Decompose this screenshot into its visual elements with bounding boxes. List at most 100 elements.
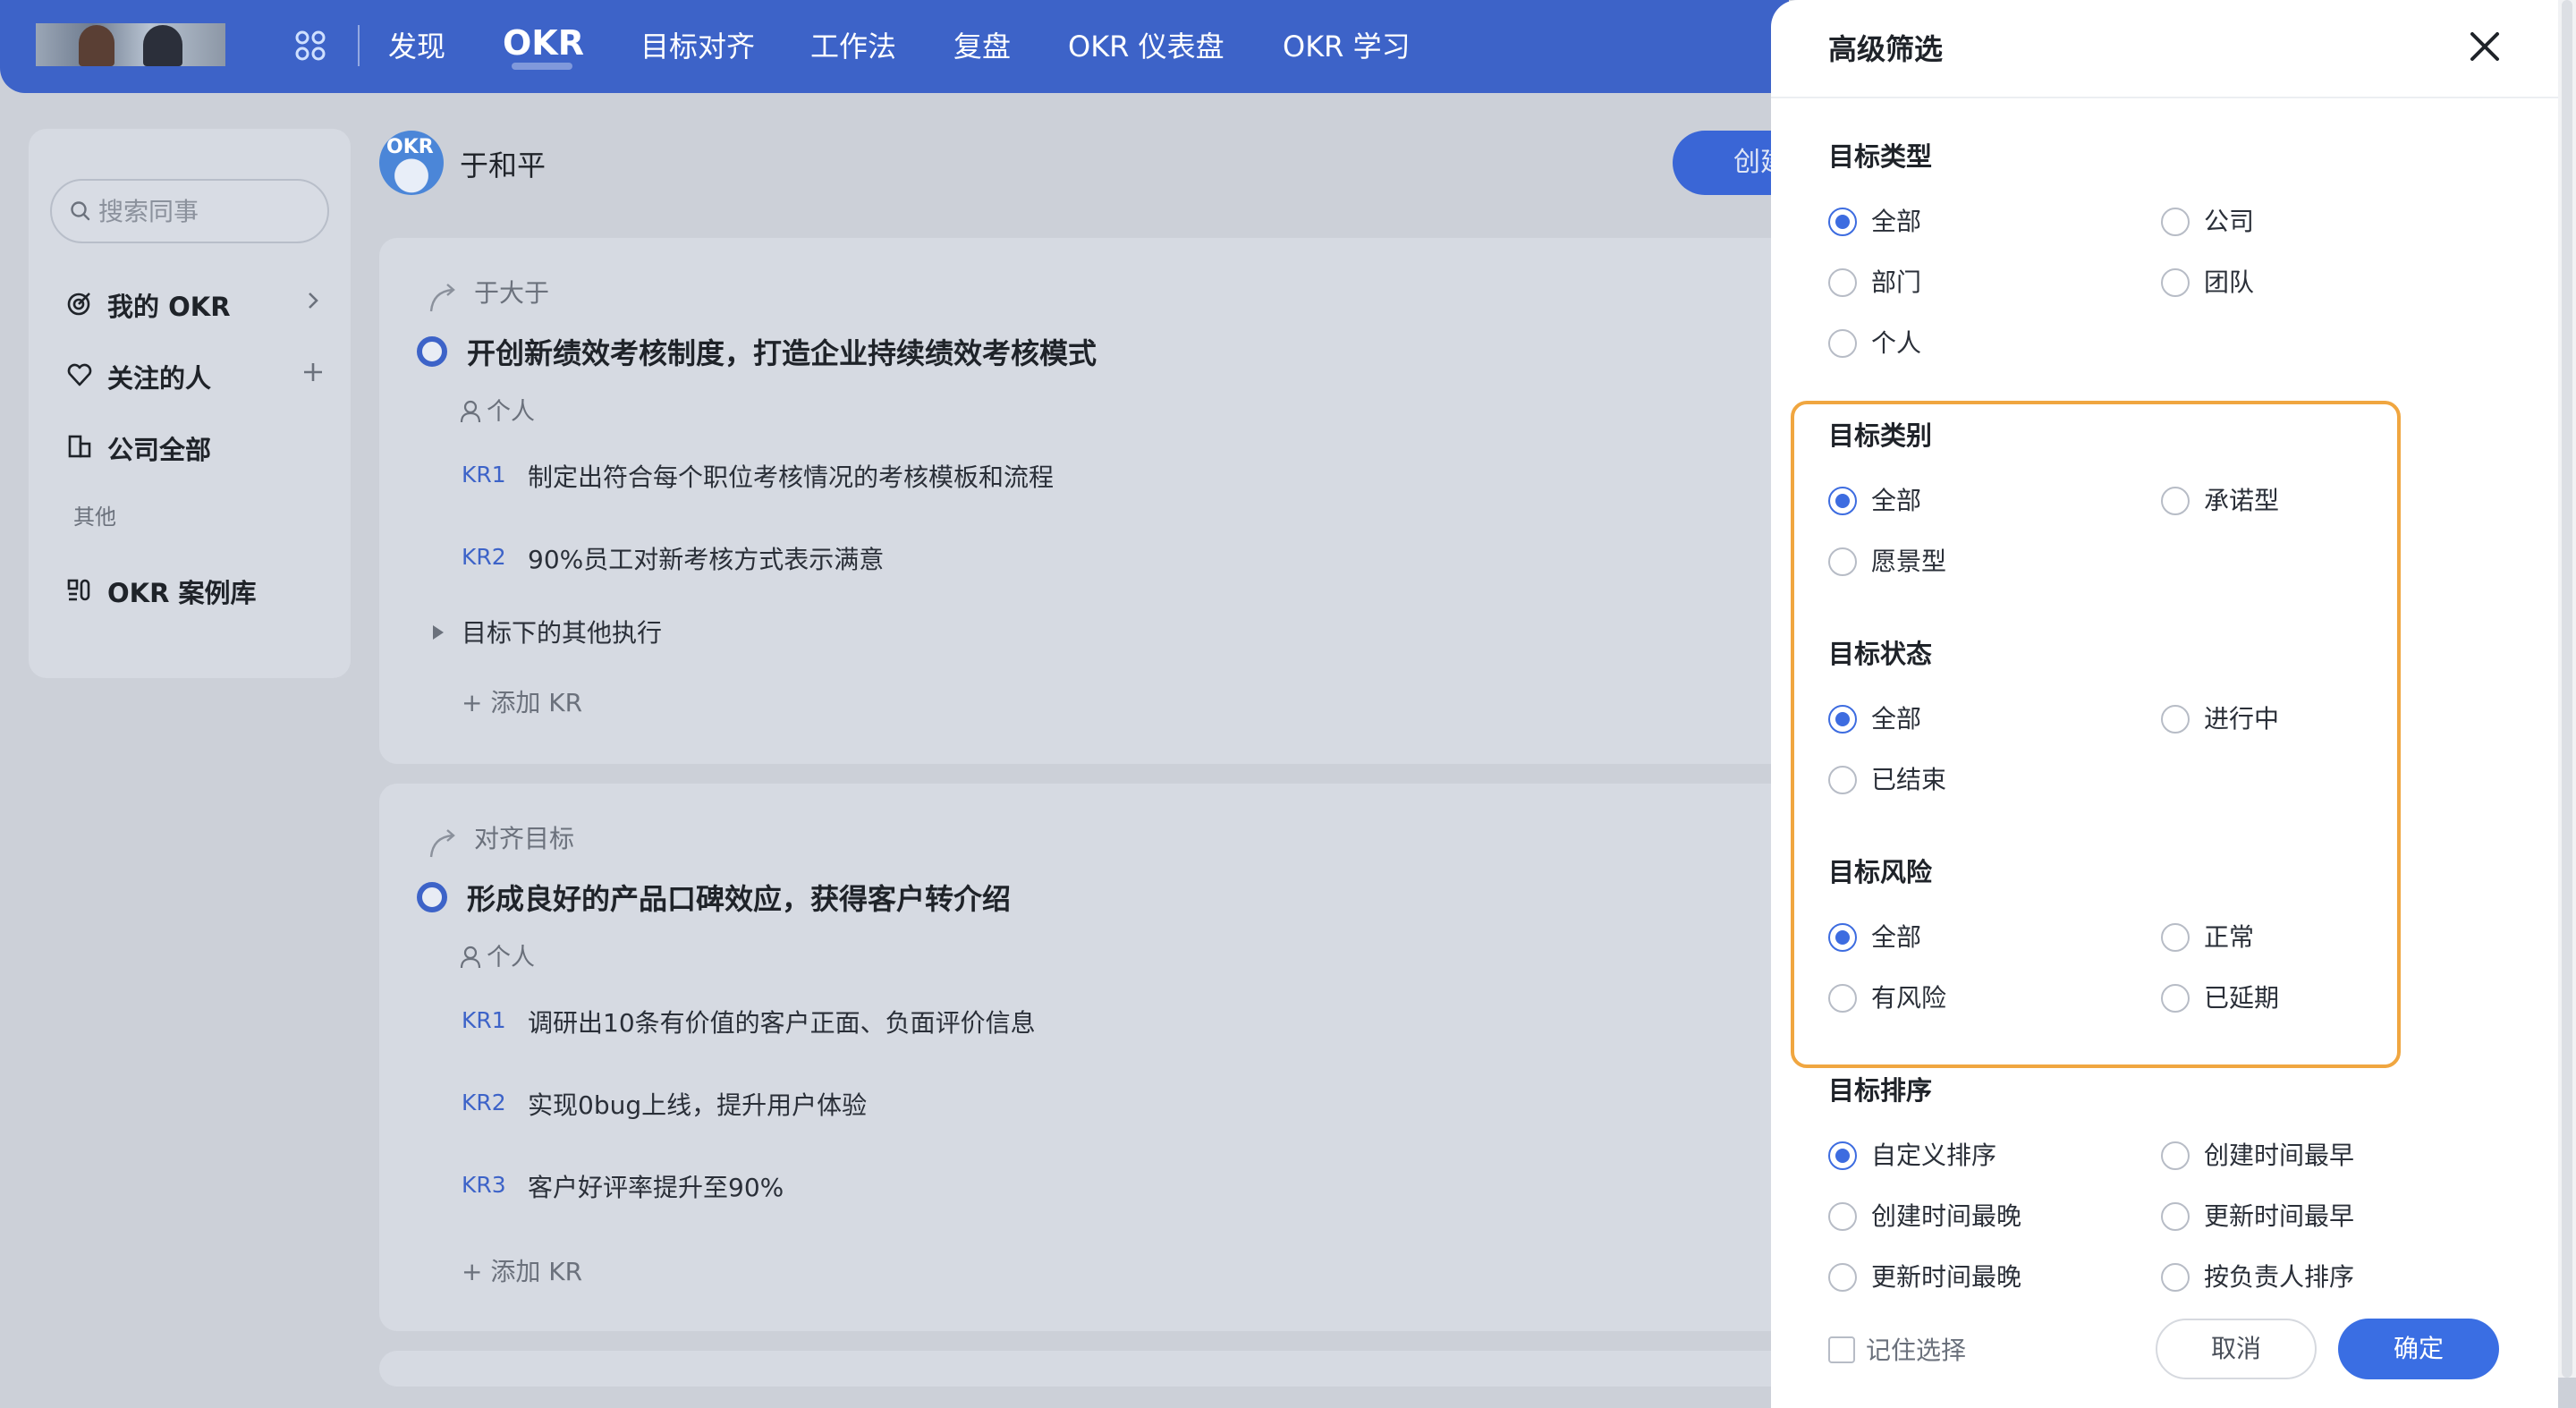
radio-label: 公司 <box>2204 207 2255 236</box>
kr-text[interactable]: 实现0bug上线，提升用户体验 <box>528 1086 867 1122</box>
drawer-footer: 记住选择 取消 确定 <box>1771 1295 2558 1408</box>
other-execution-toggle[interactable]: 目标下的其他执行 <box>433 614 662 649</box>
owner-name: 于和平 <box>460 148 547 182</box>
search-icon <box>71 201 90 221</box>
radio-label: 创建时间最晚 <box>1871 1201 2022 1231</box>
radio-label: 全部 <box>1871 922 1922 952</box>
sidebar-item-company-all[interactable]: 公司全部 <box>66 424 335 467</box>
sidebar-item-label: 关注的人 <box>107 363 212 394</box>
radio-label: 更新时间最晚 <box>1871 1262 2022 1292</box>
radio-label: 全部 <box>1871 207 1922 236</box>
radio-indicator <box>2161 1141 2190 1170</box>
app-grid-icon[interactable] <box>295 30 326 61</box>
character-figure <box>79 25 114 66</box>
radio-indicator <box>1828 766 1857 794</box>
avatar[interactable]: OKR <box>379 131 444 195</box>
nav-review[interactable]: 复盘 <box>953 25 1011 68</box>
search-input[interactable] <box>98 193 313 229</box>
avatar-text: OKR <box>386 136 434 158</box>
close-icon[interactable] <box>2465 27 2504 66</box>
radio-label: 个人 <box>1871 328 1922 358</box>
radio-indicator <box>2161 208 2190 236</box>
radio-indicator <box>2161 268 2190 297</box>
nav-learning[interactable]: OKR 学习 <box>1283 25 1411 68</box>
drawer-header: 高级筛选 <box>1771 0 2558 98</box>
nav-alignment[interactable]: 目标对齐 <box>640 25 755 68</box>
kr-text[interactable]: 制定出符合每个职位考核情况的考核模板和流程 <box>528 458 1054 494</box>
radio-indicator <box>1828 1263 1857 1292</box>
radio-indicator <box>1828 923 1857 952</box>
radio-indicator <box>1828 1141 1857 1170</box>
owner-type-label: 个人 <box>487 398 535 426</box>
sidebar-item-following[interactable]: 关注的人 <box>66 352 335 395</box>
radio-label: 已延期 <box>2204 983 2280 1013</box>
left-sidebar: 我的 OKR 关注的人 公司全部 其他 OKR 案例库 <box>29 129 351 678</box>
filter-group-title-risk: 目标风险 <box>1828 857 1933 887</box>
kr-text[interactable]: 客户好评率提升至90% <box>528 1168 784 1204</box>
objective-card: 于大于 开创新绩效考核制度，打造企业持续绩效考核模式 个人 KR1 制定出符合每… <box>379 238 1789 764</box>
chevron-right-icon[interactable] <box>299 286 327 315</box>
radio-indicator <box>1828 208 1857 236</box>
radio-label: 部门 <box>1871 267 1922 297</box>
radio-indicator <box>2161 705 2190 734</box>
radio-indicator <box>2161 984 2190 1013</box>
radio-indicator <box>1828 984 1857 1013</box>
nav-okr[interactable]: OKR <box>503 21 584 64</box>
sidebar-item-my-okr[interactable]: 我的 OKR <box>66 281 335 324</box>
sidebar-item-label: 我的 OKR <box>107 292 231 322</box>
radio-indicator <box>1828 329 1857 358</box>
nav-methods[interactable]: 工作法 <box>810 25 896 68</box>
checkbox-indicator <box>1828 1336 1855 1363</box>
person-icon <box>460 400 481 423</box>
radio-label: 全部 <box>1871 486 1922 515</box>
sidebar-item-label: OKR 案例库 <box>107 578 257 608</box>
add-kr-button[interactable]: + 添加 KR <box>462 1252 582 1288</box>
kr-tag: KR3 <box>462 1172 506 1198</box>
radio-indicator <box>2161 1263 2190 1292</box>
add-kr-button[interactable]: + 添加 KR <box>462 683 582 719</box>
radio-indicator <box>1828 487 1857 515</box>
drawer-title: 高级筛选 <box>1828 32 1944 66</box>
radio-indicator <box>1828 547 1857 576</box>
nav-discover[interactable]: 发现 <box>388 25 445 68</box>
objective-card-partial <box>379 1351 1789 1387</box>
nav-dashboard[interactable]: OKR 仪表盘 <box>1068 25 1224 68</box>
scrollbar-thumb[interactable] <box>2562 0 2572 1378</box>
other-execution-label: 目标下的其他执行 <box>462 618 663 648</box>
objective-title[interactable]: 开创新绩效考核制度，打造企业持续绩效考核模式 <box>467 331 1097 372</box>
sidebar-item-label: 公司全部 <box>107 435 212 465</box>
triangle-right-icon <box>433 625 444 640</box>
radio-label: 承诺型 <box>2204 486 2280 515</box>
radio-label: 正常 <box>2204 922 2255 952</box>
building-icon <box>68 435 91 458</box>
align-arrow-icon <box>429 284 455 312</box>
case-library-icon <box>67 579 90 601</box>
parent-objective[interactable]: 对齐目标 <box>474 819 574 855</box>
nav-active-indicator <box>512 63 572 70</box>
radio-indicator <box>2161 923 2190 952</box>
brand-banner-image <box>36 23 225 66</box>
filter-group-title-sort: 目标排序 <box>1828 1075 1933 1106</box>
sidebar-item-case-library[interactable]: OKR 案例库 <box>66 567 335 610</box>
confirm-button[interactable]: 确定 <box>2338 1319 2499 1379</box>
radio-label: 更新时间最早 <box>2204 1201 2355 1231</box>
parent-objective[interactable]: 于大于 <box>474 274 549 310</box>
radio-indicator <box>2161 487 2190 515</box>
kr-tag: KR1 <box>462 462 506 488</box>
objective-owner: 个人 <box>460 937 535 972</box>
kr-text[interactable]: 90%员工对新考核方式表示满意 <box>528 540 884 576</box>
target-icon <box>67 293 90 316</box>
colleague-search[interactable] <box>50 179 329 243</box>
plus-icon[interactable] <box>299 358 327 386</box>
objective-status-icon <box>417 882 447 912</box>
heart-icon <box>67 363 92 386</box>
objective-title[interactable]: 形成良好的产品口碑效应，获得客户转介绍 <box>467 877 1011 918</box>
nav-divider <box>358 25 360 66</box>
radio-label: 团队 <box>2204 267 2255 297</box>
person-icon <box>460 946 481 969</box>
kr-tag: KR2 <box>462 1090 506 1115</box>
drawer-scrollbar[interactable] <box>2558 0 2576 1378</box>
kr-tag: KR1 <box>462 1007 506 1033</box>
cancel-button[interactable]: 取消 <box>2156 1319 2317 1379</box>
kr-text[interactable]: 调研出10条有价值的客户正面、负面评价信息 <box>528 1004 1036 1039</box>
